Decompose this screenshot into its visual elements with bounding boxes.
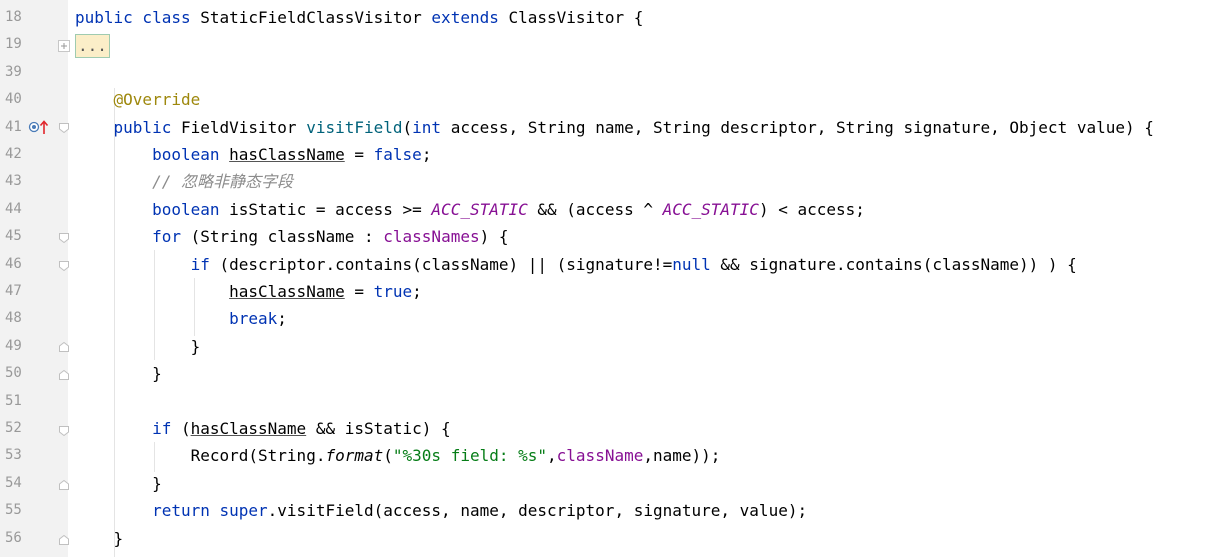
fold-marker-icon[interactable]: [58, 122, 70, 134]
code-line[interactable]: }: [75, 470, 162, 497]
line-number: 19: [5, 36, 22, 53]
line-number: 56: [5, 529, 22, 546]
code-line[interactable]: @Override: [75, 86, 201, 113]
line-number: 40: [5, 91, 22, 108]
line-number: 18: [5, 9, 22, 25]
line-number: 53: [5, 447, 22, 464]
code-line[interactable]: }: [75, 360, 162, 387]
fold-plus-icon[interactable]: [58, 40, 70, 52]
fold-marker-icon[interactable]: [58, 534, 70, 546]
code-line[interactable]: }: [75, 333, 201, 360]
code-line[interactable]: if (descriptor.contains(className) || (s…: [75, 251, 1077, 278]
line-number: 50: [5, 365, 22, 382]
line-number: 45: [5, 228, 22, 245]
line-number: 49: [5, 337, 22, 354]
code-line[interactable]: Record(String.format("%30s field: %s",cl…: [75, 442, 721, 469]
code-line[interactable]: return super.visitField(access, name, de…: [75, 497, 807, 524]
code-line[interactable]: for (String className : classNames) {: [75, 223, 508, 250]
code-line[interactable]: // 忽略非静态字段: [75, 168, 293, 195]
code-line[interactable]: hasClassName = true;: [75, 278, 422, 305]
code-line[interactable]: }: [75, 525, 124, 552]
fold-marker-icon[interactable]: [58, 260, 70, 272]
line-number: 44: [5, 200, 22, 217]
line-number: 46: [5, 255, 22, 272]
code-line[interactable]: public FieldVisitor visitField(int acces…: [75, 114, 1154, 141]
collapsed-region[interactable]: ...: [75, 33, 110, 58]
line-number: 48: [5, 310, 22, 327]
line-number: 39: [5, 63, 22, 80]
fold-marker-icon[interactable]: [58, 479, 70, 491]
code-line[interactable]: boolean hasClassName = false;: [75, 141, 431, 168]
code-line[interactable]: public class StaticFieldClassVisitor ext…: [75, 4, 643, 31]
line-number: 43: [5, 173, 22, 190]
fold-marker-icon[interactable]: [58, 341, 70, 353]
line-number: 47: [5, 283, 22, 299]
code-line[interactable]: boolean isStatic = access >= ACC_STATIC …: [75, 196, 865, 223]
line-number: 51: [5, 392, 22, 409]
line-number: 52: [5, 420, 22, 436]
fold-marker-icon[interactable]: [58, 232, 70, 244]
code-line[interactable]: if (hasClassName && isStatic) {: [75, 415, 451, 442]
line-number: 42: [5, 146, 22, 162]
line-number: 54: [5, 474, 22, 491]
line-number: 55: [5, 502, 22, 519]
fold-marker-icon[interactable]: [58, 369, 70, 381]
code-line[interactable]: ...: [75, 31, 110, 58]
override-up-arrow-icon[interactable]: [28, 119, 50, 135]
code-line[interactable]: break;: [75, 305, 287, 332]
code-comment: // 忽略非静态字段: [152, 172, 293, 192]
fold-marker-icon[interactable]: [58, 425, 70, 437]
